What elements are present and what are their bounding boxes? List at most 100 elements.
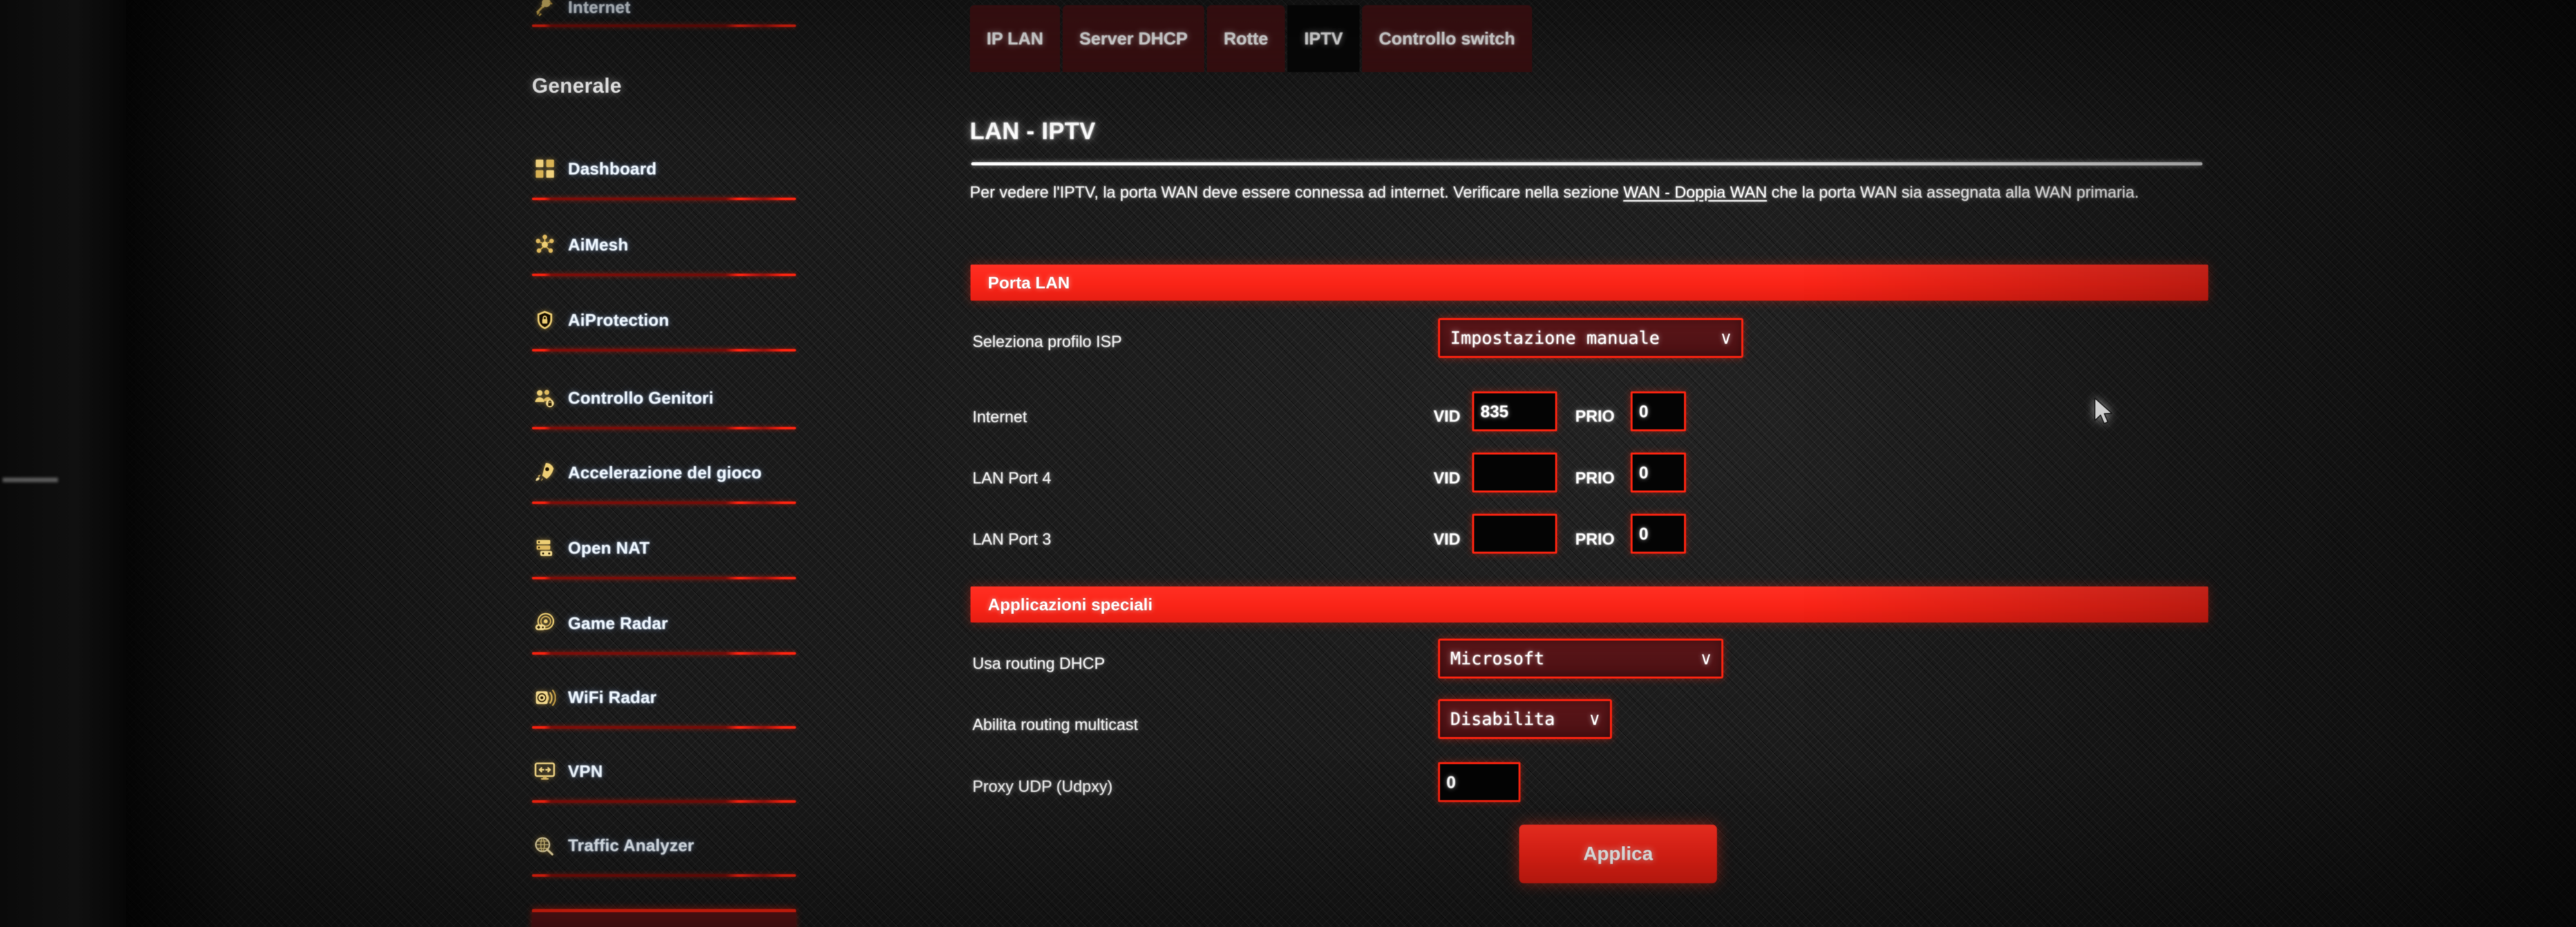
prio-label: PRIO [1575,530,1615,548]
label-port-internet: Internet [972,408,1027,426]
nav-divider [532,726,796,729]
sidebar-item-aiprotection[interactable]: AiProtection [504,305,832,335]
nav-divider [532,274,796,276]
sidebar-item-game-radar[interactable]: Game Radar [504,608,832,638]
tools-icon [532,0,558,20]
sidebar-item-label: Dashboard [568,158,657,178]
prio-value: 0 [1639,462,1649,482]
prio-value: 0 [1639,523,1649,543]
sidebar-section-title: Generale [532,74,622,97]
section-title: Porta LAN [988,272,1070,292]
udp-proxy-value: 0 [1446,772,1456,792]
vid-input-lan3[interactable] [1472,514,1557,554]
apply-button[interactable]: Applica [1519,825,1717,883]
description-text-after: che la porta WAN sia assegnata alla WAN … [1766,183,2139,201]
page-title: LAN - IPTV [970,118,1096,144]
nav-divider [532,652,796,655]
prio-label: PRIO [1575,407,1615,426]
chevron-down-icon: ∨ [1588,709,1601,729]
tab-rotte[interactable]: Rotte [1207,5,1285,72]
tab-controllo-switch[interactable]: Controllo switch [1362,5,1532,72]
asus-router-ui: Internet Generale Dashboard AiMesh AiPro… [126,0,2576,927]
sidebar-nav: Internet Generale Dashboard AiMesh AiPro… [504,0,832,927]
sidebar-item-label: WiFi Radar [568,687,657,707]
multicast-routing-value: Disabilita [1450,709,1555,729]
sidebar-item-label: Game Radar [568,613,668,633]
nav-divider [532,800,796,803]
chevron-down-icon: ∨ [1700,648,1712,668]
sidebar-item-label: Open NAT [568,538,650,557]
section-header-applicazioni-speciali: Applicazioni speciali [971,586,2208,623]
nav-divider [532,198,796,200]
sidebar-item-accelerazione-del-gioco[interactable]: Accelerazione del gioco [504,458,832,487]
tab-iptv[interactable]: IPTV [1287,5,1360,72]
sidebar-item-controllo-genitori[interactable]: Controllo Genitori [504,383,832,413]
apply-button-label: Applica [1583,843,1653,865]
label-proxy-udp: Proxy UDP (Udpxy) [972,778,1113,796]
nat-server-icon [532,535,558,561]
traffic-analyzer-icon [532,832,558,858]
label-seleziona-profilo-isp: Seleziona profilo ISP [972,333,1122,351]
label-usa-routing-dhcp: Usa routing DHCP [972,655,1105,673]
wan-doppia-wan-link[interactable]: WAN - Doppia WAN [1624,183,1767,201]
vid-input-internet[interactable]: 835 [1472,391,1557,431]
nav-divider [532,874,796,877]
monitor-bezel [0,0,126,927]
multicast-routing-select[interactable]: Disabilita ∨ [1438,699,1612,739]
chevron-down-icon: ∨ [1719,328,1732,348]
dashboard-grid-icon [532,156,558,182]
vid-value: 835 [1481,401,1509,421]
mouse-pointer-icon [2094,397,2112,424]
label-port-lan4: LAN Port 4 [972,469,1052,487]
monitor-photo: Internet Generale Dashboard AiMesh AiPro… [0,0,2576,927]
vid-input-lan4[interactable] [1472,453,1557,492]
sidebar-item-open-nat[interactable]: Open NAT [504,533,832,563]
sidebar-item-label: Internet [568,0,630,17]
isp-profile-value: Impostazione manuale [1450,328,1660,348]
vid-label: VID [1434,407,1461,426]
sidebar-item-dashboard[interactable]: Dashboard [504,154,832,183]
sidebar-item-traffic-analyzer[interactable]: Traffic Analyzer [504,830,832,860]
vid-label: VID [1434,469,1461,487]
label-port-lan3: LAN Port 3 [972,530,1052,548]
vid-label: VID [1434,530,1461,548]
sidebar-item-label: AiMesh [568,234,629,254]
sidebar-item-internet[interactable]: Internet [504,0,832,22]
sidebar-item-vpn[interactable]: VPN [504,756,832,786]
nav-divider [532,501,796,504]
nav-divider [532,577,796,579]
sidebar-item-label: Controllo Genitori [568,388,714,407]
section-header-porta-lan: Porta LAN [971,265,2208,301]
prio-input-lan4[interactable]: 0 [1631,453,1686,492]
prio-input-internet[interactable]: 0 [1631,391,1686,431]
sidebar-item-label: Traffic Analyzer [568,835,694,855]
prio-label: PRIO [1575,469,1615,487]
prio-input-lan3[interactable]: 0 [1631,514,1686,554]
udp-proxy-input[interactable]: 0 [1438,762,1520,802]
router-admin-screen: Internet Generale Dashboard AiMesh AiPro… [126,0,2576,927]
tab-ip-lan[interactable]: IP LAN [970,5,1061,72]
title-divider [971,162,2202,165]
sidebar-item-label: VPN [568,761,603,781]
label-abilita-routing-multicast: Abilita routing multicast [972,716,1139,734]
isp-profile-select[interactable]: Impostazione manuale ∨ [1438,318,1743,358]
sidebar-item-active-partial[interactable] [532,909,796,927]
dhcp-routing-value: Microsoft [1450,648,1545,669]
sidebar-item-aimesh[interactable]: AiMesh [504,230,832,259]
section-title: Applicazioni speciali [988,594,1153,614]
tab-server-dhcp[interactable]: Server DHCP [1063,5,1205,72]
nav-divider [532,24,796,27]
wifi-radar-icon [532,684,558,710]
sidebar-item-label: Accelerazione del gioco [568,462,762,482]
nav-divider [532,427,796,429]
page-description: Per vedere l'IPTV, la porta WAN deve ess… [970,183,2171,203]
game-radar-icon [532,610,558,636]
shield-lock-icon [532,307,558,333]
sidebar-item-label: AiProtection [568,310,669,330]
rocket-icon [532,460,558,485]
dhcp-routing-select[interactable]: Microsoft ∨ [1438,639,1723,679]
tab-bar: IP LAN Server DHCP Rotte IPTV Controllo … [970,0,1532,72]
sidebar-item-wifi-radar[interactable]: WiFi Radar [504,682,832,712]
parental-control-people-icon [532,385,558,411]
nav-divider [532,349,796,351]
